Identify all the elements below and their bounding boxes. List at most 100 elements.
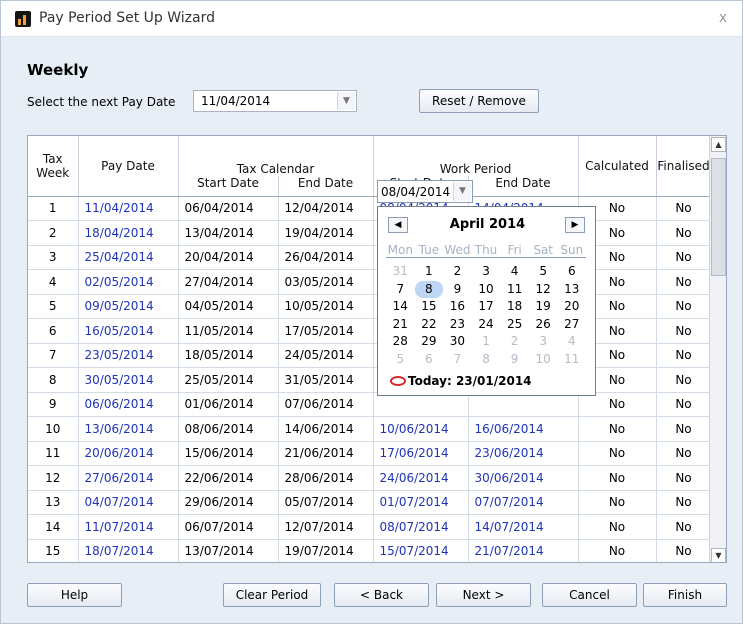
tax-week-cell[interactable]: 10 <box>28 416 79 442</box>
finalised-cell[interactable]: No <box>656 490 712 515</box>
table-row[interactable]: 3 25/04/2014 20/04/2014 26/04/2014 No No <box>28 245 712 270</box>
tax-week-cell[interactable]: 13 <box>28 490 79 515</box>
pay-date-cell[interactable]: 11/04/2014 <box>78 196 179 221</box>
calendar-day[interactable]: 31 <box>386 263 415 281</box>
calendar-day[interactable]: 9 <box>500 351 529 369</box>
tax-end-date-cell[interactable]: 21/06/2014 <box>278 441 374 466</box>
calendar-day[interactable]: 14 <box>386 298 415 316</box>
finalised-cell[interactable]: No <box>656 343 712 368</box>
finalised-cell[interactable]: No <box>656 416 712 442</box>
tax-start-date-cell[interactable]: 01/06/2014 <box>178 392 279 417</box>
tax-start-date-cell[interactable]: 15/06/2014 <box>178 441 279 466</box>
scrollbar-thumb[interactable] <box>711 158 726 276</box>
calendar-day[interactable]: 18 <box>500 298 529 316</box>
calculated-cell[interactable]: No <box>578 539 657 562</box>
tax-week-cell[interactable]: 15 <box>28 539 79 562</box>
calculated-cell[interactable]: No <box>578 490 657 515</box>
tax-end-date-cell[interactable]: 12/04/2014 <box>278 196 374 221</box>
tax-end-date-cell[interactable]: 10/05/2014 <box>278 294 374 319</box>
table-row[interactable]: 13 04/07/2014 29/06/2014 05/07/2014 01/07/20… <box>28 490 712 515</box>
table-row[interactable]: 2 18/04/2014 13/04/2014 19/04/2014 No No <box>28 220 712 246</box>
finalised-cell[interactable]: No <box>656 196 712 221</box>
finalised-cell[interactable]: No <box>656 441 712 466</box>
tax-end-date-cell[interactable]: 28/06/2014 <box>278 465 374 491</box>
work-end-date-cell[interactable]: 14/07/2014 <box>468 514 579 540</box>
calendar-day[interactable]: 16 <box>443 298 472 316</box>
next-month-icon[interactable]: ▶ <box>565 217 585 233</box>
tax-start-date-cell[interactable]: 25/05/2014 <box>178 367 279 393</box>
pay-date-cell[interactable]: 27/06/2014 <box>78 465 179 491</box>
tax-end-date-cell[interactable]: 19/07/2014 <box>278 539 374 562</box>
tax-start-date-cell[interactable]: 20/04/2014 <box>178 245 279 270</box>
calendar-day-selected[interactable]: 8 <box>414 280 444 298</box>
tax-end-date-cell[interactable]: 31/05/2014 <box>278 367 374 393</box>
tax-end-date-cell[interactable]: 03/05/2014 <box>278 269 374 295</box>
finalised-cell[interactable]: No <box>656 245 712 270</box>
pay-date-select[interactable]: 11/04/2014 ▼ <box>193 90 357 112</box>
pay-date-cell[interactable]: 06/06/2014 <box>78 392 179 417</box>
calendar-day[interactable]: 17 <box>472 298 501 316</box>
scroll-down-icon[interactable]: ▼ <box>711 548 726 562</box>
table-row[interactable]: 9 06/06/2014 01/06/2014 07/06/2014 No No <box>28 392 712 417</box>
tax-start-date-cell[interactable]: 04/05/2014 <box>178 294 279 319</box>
calendar-day[interactable]: 11 <box>500 281 529 299</box>
calendar-day[interactable]: 1 <box>415 263 444 281</box>
tax-start-date-cell[interactable]: 29/06/2014 <box>178 490 279 515</box>
finish-button[interactable]: Finish <box>643 583 727 607</box>
tax-week-cell[interactable]: 8 <box>28 367 79 393</box>
work-end-date-cell[interactable]: 21/07/2014 <box>468 539 579 562</box>
calculated-cell[interactable]: No <box>578 441 657 466</box>
tax-end-date-cell[interactable]: 26/04/2014 <box>278 245 374 270</box>
pay-date-cell[interactable]: 20/06/2014 <box>78 441 179 466</box>
chevron-down-icon[interactable]: ▼ <box>337 92 355 110</box>
tax-end-date-cell[interactable]: 24/05/2014 <box>278 343 374 368</box>
tax-end-date-cell[interactable]: 05/07/2014 <box>278 490 374 515</box>
work-start-date-cell[interactable]: 17/06/2014 <box>373 441 469 466</box>
chevron-down-icon[interactable]: ▼ <box>453 182 471 201</box>
pay-date-cell[interactable]: 11/07/2014 <box>78 514 179 540</box>
calendar-day[interactable]: 13 <box>557 281 586 299</box>
table-row[interactable]: 5 09/05/2014 04/05/2014 10/05/2014 No No <box>28 294 712 319</box>
calendar-day[interactable]: 27 <box>557 316 586 334</box>
tax-start-date-cell[interactable]: 22/06/2014 <box>178 465 279 491</box>
calendar-day[interactable]: 12 <box>529 281 558 299</box>
work-end-date-cell[interactable]: 23/06/2014 <box>468 441 579 466</box>
calendar-day[interactable]: 22 <box>415 316 444 334</box>
today-link[interactable]: Today: 23/01/2014 <box>390 374 532 388</box>
calendar-day[interactable]: 5 <box>386 351 415 369</box>
tax-start-date-cell[interactable]: 11/05/2014 <box>178 318 279 344</box>
table-row[interactable]: 12 27/06/2014 22/06/2014 28/06/2014 24/06/20… <box>28 465 712 491</box>
calendar-day[interactable]: 4 <box>557 333 586 351</box>
tax-start-date-cell[interactable]: 13/07/2014 <box>178 539 279 562</box>
pay-date-cell[interactable]: 09/05/2014 <box>78 294 179 319</box>
calendar-day[interactable]: 30 <box>443 333 472 351</box>
calendar-day[interactable]: 2 <box>443 263 472 281</box>
tax-start-date-cell[interactable]: 06/07/2014 <box>178 514 279 540</box>
work-end-date-cell[interactable]: 07/07/2014 <box>468 490 579 515</box>
tax-start-date-cell[interactable]: 08/06/2014 <box>178 416 279 442</box>
clear-period-button[interactable]: Clear Period <box>223 583 321 607</box>
finalised-cell[interactable]: No <box>656 465 712 491</box>
calendar-day[interactable]: 20 <box>557 298 586 316</box>
tax-week-cell[interactable]: 3 <box>28 245 79 270</box>
pay-date-cell[interactable]: 16/05/2014 <box>78 318 179 344</box>
calculated-cell[interactable]: No <box>578 465 657 491</box>
tax-start-date-cell[interactable]: 18/05/2014 <box>178 343 279 368</box>
tax-week-cell[interactable]: 5 <box>28 294 79 319</box>
calendar-day[interactable]: 8 <box>472 351 501 369</box>
work-start-date-cell[interactable]: 10/06/2014 <box>373 416 469 442</box>
table-row[interactable]: 10 13/06/2014 08/06/2014 14/06/2014 10/06/20… <box>28 416 712 442</box>
finalised-cell[interactable]: No <box>656 367 712 393</box>
calendar-day[interactable]: 1 <box>472 333 501 351</box>
calendar-day[interactable]: 19 <box>529 298 558 316</box>
table-row[interactable]: 8 30/05/2014 25/05/2014 31/05/2014 No No <box>28 367 712 393</box>
work-start-date-cell[interactable]: 08/07/2014 <box>373 514 469 540</box>
pay-date-cell[interactable]: 18/07/2014 <box>78 539 179 562</box>
finalised-cell[interactable]: No <box>656 294 712 319</box>
calendar-day[interactable]: 25 <box>500 316 529 334</box>
finalised-cell[interactable]: No <box>656 514 712 540</box>
tax-start-date-cell[interactable]: 13/04/2014 <box>178 220 279 246</box>
calendar-day[interactable]: 21 <box>386 316 415 334</box>
tax-week-cell[interactable]: 7 <box>28 343 79 368</box>
calendar-day[interactable]: 28 <box>386 333 415 351</box>
